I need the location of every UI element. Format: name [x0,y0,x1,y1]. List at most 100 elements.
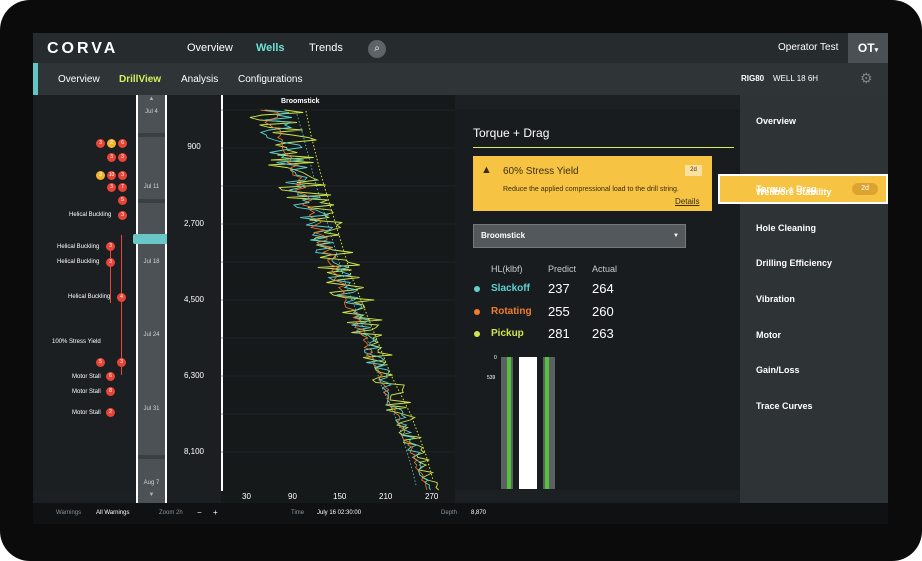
well-name: WELL 18 6H [773,74,819,83]
event-marker[interactable]: 3 [96,139,105,148]
depth-label: 2,700 [183,219,205,228]
row-label: Pickup [491,328,524,339]
time-label: Time [291,510,305,516]
timeline-band [138,199,165,203]
event-label: Helical Buckling [57,244,100,250]
event-marker[interactable]: 3 [118,211,127,220]
event-marker[interactable]: 6 [118,139,127,148]
zoom-label: Zoom 2h [159,510,183,516]
pickup-model-curve [305,110,434,481]
depth-label: 6,300 [183,371,205,380]
nav-overview[interactable]: Overview [187,42,233,54]
user-initials: OT [857,41,875,55]
scroll-up-icon[interactable]: ▲ [138,96,165,102]
gear-icon[interactable]: ⚙ [860,70,873,87]
depth-label: 4,500 [183,295,205,304]
nav-wells[interactable]: Wells [256,42,285,54]
rnav-wellbore-stability[interactable]: Wellbore Stability [756,187,831,197]
actual-value: 264 [592,281,614,296]
event-label: Helical Buckling [68,294,111,300]
select-value: Broomstick [481,231,526,240]
plot-title: Broomstick [281,98,320,105]
x-tick: 270 [425,492,439,501]
rnav-gain-loss[interactable]: Gain/Loss [756,365,800,375]
event-marker[interactable]: 3 [118,171,127,180]
bottom-status-bar: Warnings All Warnings Zoom 2h − + Time J… [33,503,888,524]
x-tick: 30 [242,492,251,501]
event-marker[interactable]: 8 [106,387,115,396]
predict-value: 281 [548,326,570,341]
event-marker[interactable]: 3 [118,153,127,162]
event-marker[interactable]: 5 [118,196,127,205]
event-marker[interactable]: 3 [106,258,115,267]
event-label: Helical Buckling [57,259,100,265]
alert-description: Reduce the applied compressional load to… [503,186,679,193]
col-header-predict: Predict [548,264,577,274]
event-marker[interactable]: 5 [96,358,105,367]
event-marker[interactable]: 10 [107,171,116,180]
predict-value: 237 [548,281,570,296]
timeline-date: Jul 11 [143,184,160,190]
col-header-hl: HL(klbf) [491,264,523,274]
subnav-overview[interactable]: Overview [58,74,100,85]
event-marker[interactable]: 2 [107,139,116,148]
events-column: 3 2 6 3 3 3 10 3 3 7 5 Helical Buckling … [33,95,136,491]
timeline-scrubber[interactable]: ▲ Jul 4 Jul 11 Jul 18 Jul 24 Jul 31 Aug … [133,95,172,503]
chevron-down-icon: ▼ [673,233,679,239]
event-marker[interactable]: 3 [96,171,105,180]
event-marker[interactable]: 3 [107,153,116,162]
rnav-trace-curves[interactable]: Trace Curves [756,401,813,411]
col-header-actual: Actual [592,264,618,274]
subnav-configurations[interactable]: Configurations [238,74,302,85]
timeline-date: Aug 7 [143,480,160,486]
user-name[interactable]: Operator Test [778,42,838,53]
zoom-out-button[interactable]: − [197,508,202,517]
scroll-down-icon[interactable]: ▼ [138,492,165,498]
timeline-date: Jul 24 [143,332,160,338]
rnav-drilling-efficiency[interactable]: Drilling Efficiency [756,258,832,268]
chart-type-select[interactable]: Broomstick ▼ [473,224,686,248]
x-tick: 150 [333,492,347,501]
rnav-hole-cleaning[interactable]: Hole Cleaning [756,223,816,233]
event-marker[interactable]: 6 [106,372,115,381]
actual-value: 263 [592,326,614,341]
depth-label: 900 [187,142,201,151]
event-marker[interactable]: 3 [107,183,116,192]
warnings-filter[interactable]: All Warnings [96,510,129,516]
rnav-vibration[interactable]: Vibration [756,294,795,304]
predict-value: 255 [548,304,570,319]
rnav-overview[interactable]: Overview [756,116,796,126]
subnav-analysis[interactable]: Analysis [181,74,218,85]
depth-value: 8,870 [471,510,487,516]
timeline-band [138,455,165,459]
event-label: 100% Stress Yield [52,339,101,345]
event-label: Helical Buckling [69,212,112,218]
timeline-date: Jul 31 [143,406,160,412]
event-label: Motor Stall [72,374,101,380]
stress-alert: ▲ 60% Stress Yield 2d Reduce the applied… [473,156,712,211]
event-marker[interactable]: 7 [118,183,127,192]
timeline-date: Jul 18 [143,259,160,265]
rnav-active-badge: 2d [852,183,878,195]
sub-nav-bar: Overview DrillView Analysis Configuratio… [33,63,888,95]
zoom-in-button[interactable]: + [213,508,218,517]
rnav-motor[interactable]: Motor [756,330,781,340]
row-label: Slackoff [491,283,530,294]
event-marker[interactable]: 2 [106,408,115,417]
event-marker[interactable]: 3 [106,242,115,251]
event-label: Motor Stall [72,410,101,416]
row-label: Rotating [491,306,532,317]
app-screen: CORVA Overview Wells Trends ⌕ Operator T… [33,33,888,524]
wellbore-depth-marker: 539 [487,375,496,381]
nav-trends[interactable]: Trends [309,42,343,54]
alert-details-link[interactable]: Details [675,197,699,206]
event-label: Motor Stall [72,389,101,395]
event-marker[interactable]: 4 [117,293,126,302]
user-menu-button[interactable]: OT▾ [848,33,888,63]
panel-title: Torque + Drag [473,126,550,140]
event-marker[interactable]: 3 [117,358,126,367]
timeline-band [138,133,165,137]
subnav-drillview[interactable]: DrillView [119,74,161,85]
depth-axis: 900 2,700 4,500 6,300 8,100 [167,95,221,503]
search-icon[interactable]: ⌕ [368,40,386,58]
